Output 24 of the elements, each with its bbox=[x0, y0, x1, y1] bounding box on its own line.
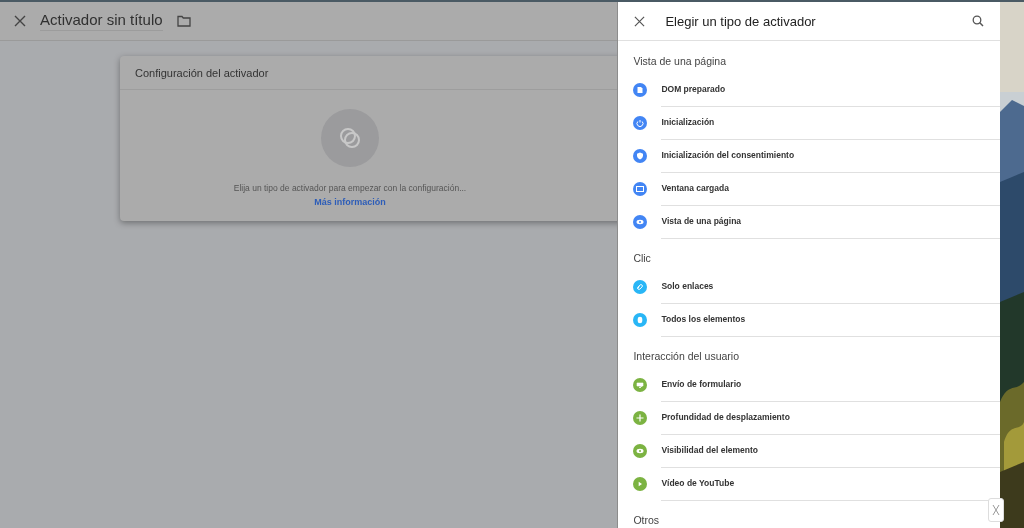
trigger-type-item[interactable]: Vista de una página bbox=[618, 205, 1000, 238]
section-heading: Vista de una página bbox=[632, 54, 726, 69]
trigger-type-item[interactable]: Ventana cargada bbox=[618, 172, 1000, 205]
chevrons-icon bbox=[992, 504, 1000, 516]
section-heading: Clic bbox=[632, 251, 651, 266]
search-icon[interactable] bbox=[972, 15, 984, 27]
trigger-type-item[interactable]: Solo enlaces bbox=[618, 270, 1000, 303]
section-heading: Otros bbox=[632, 513, 660, 528]
panel-title: Elegir un tipo de activador bbox=[665, 13, 817, 29]
card-title: Configuración del activador bbox=[135, 66, 269, 79]
folder-icon[interactable] bbox=[176, 15, 191, 27]
trigger-type-item[interactable]: Visibilidad del elemento bbox=[618, 434, 1000, 467]
trigger-title[interactable]: Activador sin título bbox=[40, 11, 163, 31]
section-heading: Interacción del usuario bbox=[632, 349, 740, 364]
trigger-type-item[interactable]: Inicialización bbox=[618, 106, 1000, 139]
trigger-type-item[interactable]: Inicialización del consentimiento bbox=[618, 139, 1000, 172]
trigger-type-item[interactable]: Todos los elementos bbox=[618, 303, 1000, 336]
close-icon[interactable] bbox=[14, 15, 26, 27]
trigger-type-item[interactable]: DOM preparado bbox=[618, 73, 1000, 106]
close-icon[interactable] bbox=[634, 15, 646, 27]
trigger-type-item[interactable]: Profundidad de desplazamiento bbox=[618, 401, 1000, 434]
trigger-type-item[interactable]: Envío de formulario bbox=[618, 368, 1000, 401]
collapse-button[interactable] bbox=[988, 498, 1004, 522]
empty-message: Elija un tipo de activador para empezar con la configuración... bbox=[233, 183, 467, 193]
